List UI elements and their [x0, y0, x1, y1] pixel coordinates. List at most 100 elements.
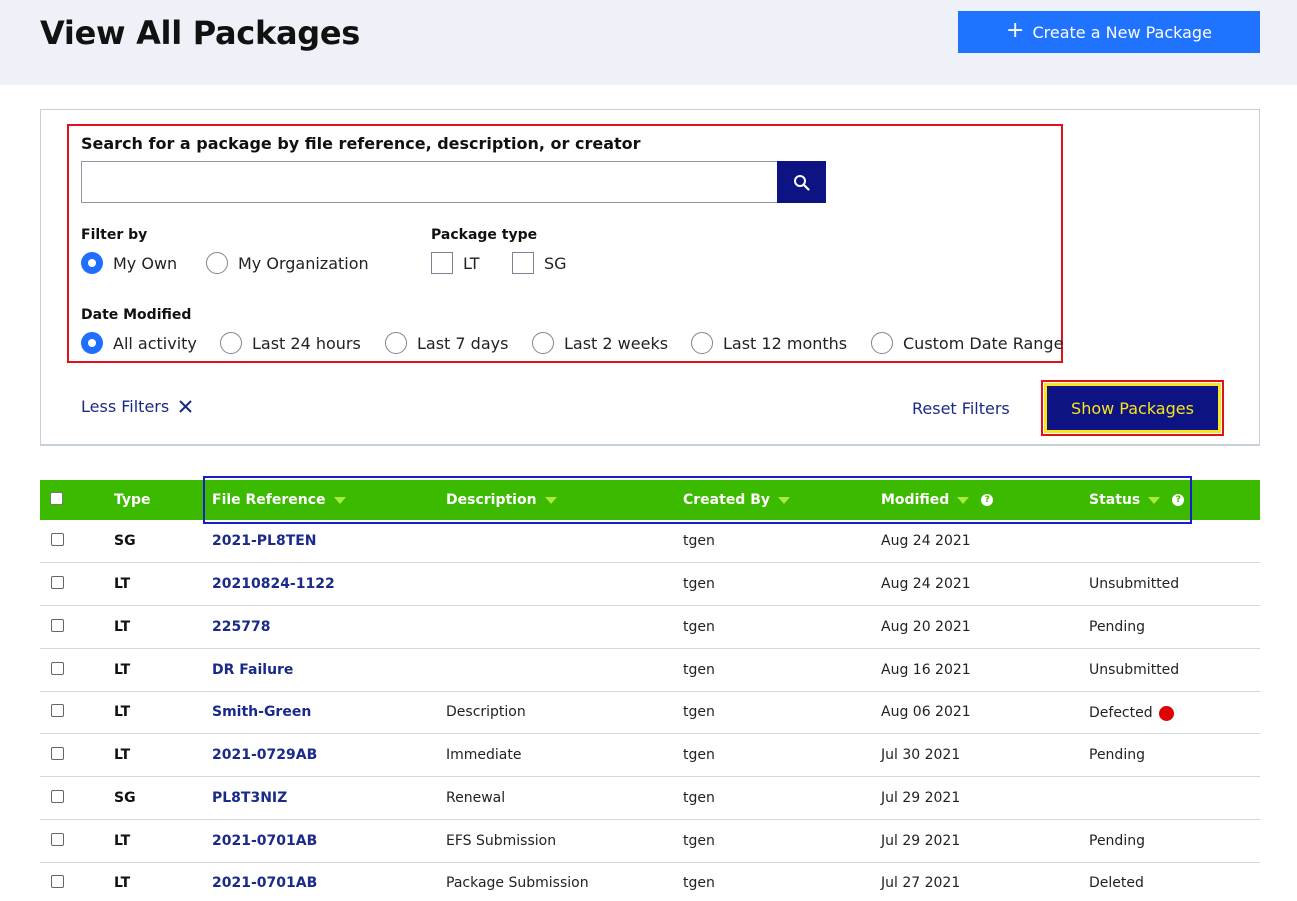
filter-my-own-radio[interactable]: My Own: [81, 252, 177, 274]
row-description: Package Submission: [446, 875, 589, 891]
radio-selected-icon: [81, 252, 103, 274]
reset-filters-button[interactable]: Reset Filters: [912, 399, 1010, 418]
row-modified: Aug 24 2021: [881, 533, 971, 549]
package-type-sg-checkbox[interactable]: SG: [512, 252, 567, 274]
row-description: Renewal: [446, 790, 506, 806]
row-created-by: tgen: [683, 704, 715, 720]
row-created-by: tgen: [683, 875, 715, 891]
row-file-reference-link[interactable]: 2021-0701AB: [212, 833, 317, 849]
row-file-reference-link[interactable]: 2021-PL8TEN: [212, 533, 317, 549]
defected-indicator-icon: [1158, 706, 1174, 721]
row-file-reference-link[interactable]: 225778: [212, 619, 270, 635]
search-input[interactable]: [81, 161, 778, 203]
row-type: LT: [114, 875, 131, 891]
table-row: SG PL8T3NIZ Renewal tgen Jul 29 2021: [40, 777, 1260, 820]
row-checkbox[interactable]: [51, 790, 64, 803]
create-package-button[interactable]: + Create a New Package: [958, 11, 1260, 53]
row-created-by: tgen: [683, 747, 715, 763]
column-type[interactable]: Type: [114, 492, 151, 508]
row-modified: Aug 24 2021: [881, 576, 971, 592]
filter-by-label: Filter by: [81, 227, 148, 243]
create-package-label: Create a New Package: [1032, 22, 1212, 42]
table-row: LT 2021-0701AB EFS Submission tgen Jul 2…: [40, 820, 1260, 863]
row-checkbox[interactable]: [51, 875, 64, 888]
row-modified: Jul 29 2021: [881, 833, 961, 849]
row-created-by: tgen: [683, 576, 715, 592]
row-checkbox[interactable]: [51, 533, 64, 546]
row-status: Pending: [1089, 833, 1145, 849]
row-type: LT: [114, 704, 131, 720]
row-file-reference-link[interactable]: DR Failure: [212, 662, 293, 678]
date-all-activity-radio[interactable]: All activity: [81, 332, 197, 354]
row-status-label: Unsubmitted: [1089, 662, 1180, 678]
date-last-24-hours-radio[interactable]: Last 24 hours: [220, 332, 361, 354]
package-type-lt-label: LT: [463, 253, 480, 273]
checkbox-icon: [431, 252, 453, 274]
table-row: LT 20210824-1122 tgen Aug 24 2021 Unsubm…: [40, 563, 1260, 606]
select-all-checkbox[interactable]: [50, 492, 63, 505]
radio-icon: [871, 332, 893, 354]
row-status-label: Unsubmitted: [1089, 576, 1180, 592]
row-status-label: Defected: [1089, 704, 1153, 721]
row-file-reference-link[interactable]: Smith-Green: [212, 704, 311, 720]
row-checkbox[interactable]: [51, 576, 64, 589]
row-file-reference-link[interactable]: 20210824-1122: [212, 576, 335, 592]
table-row: LT Smith-Green Description tgen Aug 06 2…: [40, 691, 1260, 734]
row-created-by: tgen: [683, 833, 715, 849]
row-created-by: tgen: [683, 533, 715, 549]
row-status-label: Pending: [1089, 833, 1145, 849]
show-packages-button[interactable]: Show Packages: [1044, 383, 1221, 433]
row-file-reference-link[interactable]: 2021-0701AB: [212, 875, 317, 891]
radio-icon: [206, 252, 228, 274]
row-created-by: tgen: [683, 619, 715, 635]
row-created-by: tgen: [683, 790, 715, 806]
package-type-lt-checkbox[interactable]: LT: [431, 252, 479, 274]
row-type: SG: [114, 790, 136, 806]
row-checkbox[interactable]: [51, 704, 64, 717]
row-checkbox[interactable]: [51, 662, 64, 675]
row-checkbox[interactable]: [51, 747, 64, 760]
row-description: Immediate: [446, 747, 522, 763]
radio-icon: [532, 332, 554, 354]
row-modified: Jul 27 2021: [881, 875, 961, 891]
row-description: EFS Submission: [446, 833, 557, 849]
page-title: View All Packages: [40, 14, 361, 52]
row-modified: Jul 30 2021: [881, 747, 961, 763]
radio-icon: [385, 332, 407, 354]
row-modified: Aug 20 2021: [881, 619, 971, 635]
table-row: LT 2021-0701AB Package Submission tgen J…: [40, 862, 1260, 901]
close-icon: [179, 400, 192, 413]
date-custom-range-radio[interactable]: Custom Date Range: [871, 332, 1063, 354]
row-checkbox[interactable]: [51, 619, 64, 632]
table-row: LT 225778 tgen Aug 20 2021 Pending: [40, 606, 1260, 649]
date-all-activity-label: All activity: [113, 333, 197, 353]
row-status: Pending: [1089, 619, 1145, 635]
row-modified: Aug 06 2021: [881, 704, 971, 720]
row-type: LT: [114, 576, 131, 592]
row-status-label: Pending: [1089, 747, 1145, 763]
date-last-7-days-label: Last 7 days: [417, 333, 509, 353]
row-status-label: Deleted: [1089, 875, 1144, 891]
row-checkbox[interactable]: [51, 833, 64, 846]
date-last-7-days-radio[interactable]: Last 7 days: [385, 332, 508, 354]
row-description: Description: [446, 704, 526, 720]
row-status: Unsubmitted: [1089, 662, 1179, 678]
row-status: Defected: [1089, 704, 1174, 721]
row-type: SG: [114, 533, 136, 549]
table-row: LT DR Failure tgen Aug 16 2021 Unsubmitt…: [40, 649, 1260, 692]
table-row: SG 2021-PL8TEN tgen Aug 24 2021: [40, 520, 1260, 563]
row-status-label: Pending: [1089, 619, 1145, 635]
less-filters-button[interactable]: Less Filters: [81, 397, 192, 416]
row-status: Pending: [1089, 747, 1145, 763]
date-custom-range-label: Custom Date Range: [903, 333, 1064, 353]
column-type-label: Type: [114, 492, 151, 508]
filter-my-organization-radio[interactable]: My Organization: [206, 252, 369, 274]
row-file-reference-link[interactable]: 2021-0729AB: [212, 747, 317, 763]
row-created-by: tgen: [683, 662, 715, 678]
radio-selected-icon: [81, 332, 103, 354]
date-last-2-weeks-radio[interactable]: Last 2 weeks: [532, 332, 668, 354]
date-last-12-months-radio[interactable]: Last 12 months: [691, 332, 847, 354]
row-file-reference-link[interactable]: PL8T3NIZ: [212, 790, 287, 806]
filter-my-own-label: My Own: [113, 253, 178, 273]
search-button[interactable]: [777, 161, 826, 203]
